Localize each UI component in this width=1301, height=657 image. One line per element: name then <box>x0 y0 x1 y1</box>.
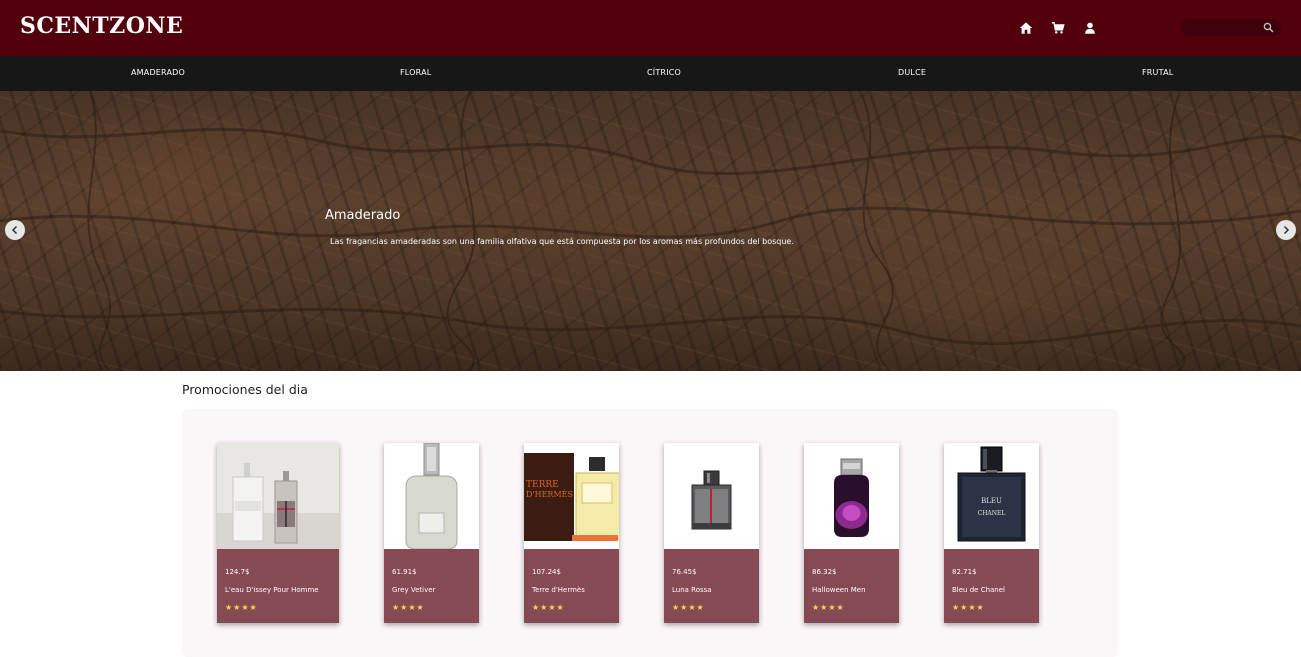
nav-item-dulce[interactable]: DULCE <box>898 68 926 77</box>
product-image <box>664 443 759 549</box>
product-card[interactable]: TERRE D'HERMÈS 107.24$ Terre d'Hermès ★★… <box>524 443 619 623</box>
product-image: TERRE D'HERMÈS <box>524 443 619 549</box>
product-image <box>217 443 339 549</box>
nav-item-amaderado[interactable]: AMADERADO <box>131 68 185 77</box>
svg-text:CHANEL: CHANEL <box>978 510 1006 517</box>
product-image <box>384 443 479 549</box>
product-card[interactable]: 76.45$ Luna Rossa ★★★★ <box>664 443 759 623</box>
product-price: 61.91$ <box>392 568 417 576</box>
nav-item-citrico[interactable]: CÍTRICO <box>647 68 681 77</box>
product-name: Bleu de Chanel <box>952 586 1005 594</box>
product-card[interactable]: 61.91$ Grey Vetiver ★★★★ <box>384 443 479 623</box>
product-rating: ★★★★ <box>392 603 425 612</box>
svg-text:D'HERMÈS: D'HERMÈS <box>526 490 573 499</box>
hero-bark-texture <box>0 91 1301 371</box>
product-name: Terre d'Hermès <box>532 586 585 594</box>
product-rating: ★★★★ <box>225 603 258 612</box>
hero-description: Las fragancias amaderadas son una famili… <box>330 237 794 246</box>
hero-title: Amaderado <box>325 208 401 223</box>
header-icons <box>1019 19 1097 37</box>
product-name: Halloween Men <box>812 586 866 594</box>
nav-item-frutal[interactable]: FRUTAL <box>1142 68 1173 77</box>
product-price: 86.32$ <box>812 568 837 576</box>
product-rating: ★★★★ <box>532 603 565 612</box>
nav-item-floral[interactable]: FLORAL <box>400 68 431 77</box>
product-price: 82.71$ <box>952 568 977 576</box>
user-icon[interactable] <box>1083 21 1097 35</box>
cart-icon[interactable] <box>1051 21 1065 35</box>
product-price: 124.7$ <box>225 568 250 576</box>
product-name: Luna Rossa <box>672 586 712 594</box>
product-rating: ★★★★ <box>812 603 845 612</box>
home-icon[interactable] <box>1019 21 1033 35</box>
product-rating: ★★★★ <box>672 603 705 612</box>
top-header: SCENTZONE <box>0 0 1301 56</box>
svg-text:BLEU: BLEU <box>981 497 1002 505</box>
carousel-prev-button[interactable] <box>5 220 25 240</box>
product-card[interactable]: 124.7$ L'eau D'issey Pour Homme ★★★★ <box>217 443 339 623</box>
product-name: L'eau D'issey Pour Homme <box>225 586 319 594</box>
category-nav: AMADERADO FLORAL CÍTRICO DULCE FRUTAL <box>0 56 1301 91</box>
product-image <box>804 443 899 549</box>
product-price: 76.45$ <box>672 568 697 576</box>
product-price: 107.24$ <box>532 568 561 576</box>
chevron-right-icon <box>1283 225 1290 235</box>
search-icon[interactable] <box>1263 22 1274 33</box>
product-name: Grey Vetiver <box>392 586 436 594</box>
hero-carousel: Amaderado Las fragancias amaderadas son … <box>0 91 1301 371</box>
chevron-left-icon <box>11 225 18 235</box>
product-rating: ★★★★ <box>952 603 985 612</box>
carousel-next-button[interactable] <box>1276 220 1296 240</box>
site-logo[interactable]: SCENTZONE <box>20 13 183 39</box>
product-card[interactable]: 86.32$ Halloween Men ★★★★ <box>804 443 899 623</box>
promotions-title: Promociones del dia <box>182 382 308 397</box>
product-card[interactable]: BLEU CHANEL 82.71$ Bleu de Chanel ★★★★ <box>944 443 1039 623</box>
svg-text:TERRE: TERRE <box>526 480 559 490</box>
search-box[interactable] <box>1181 19 1281 36</box>
search-input[interactable] <box>1189 20 1259 35</box>
product-image: BLEU CHANEL <box>944 443 1039 549</box>
